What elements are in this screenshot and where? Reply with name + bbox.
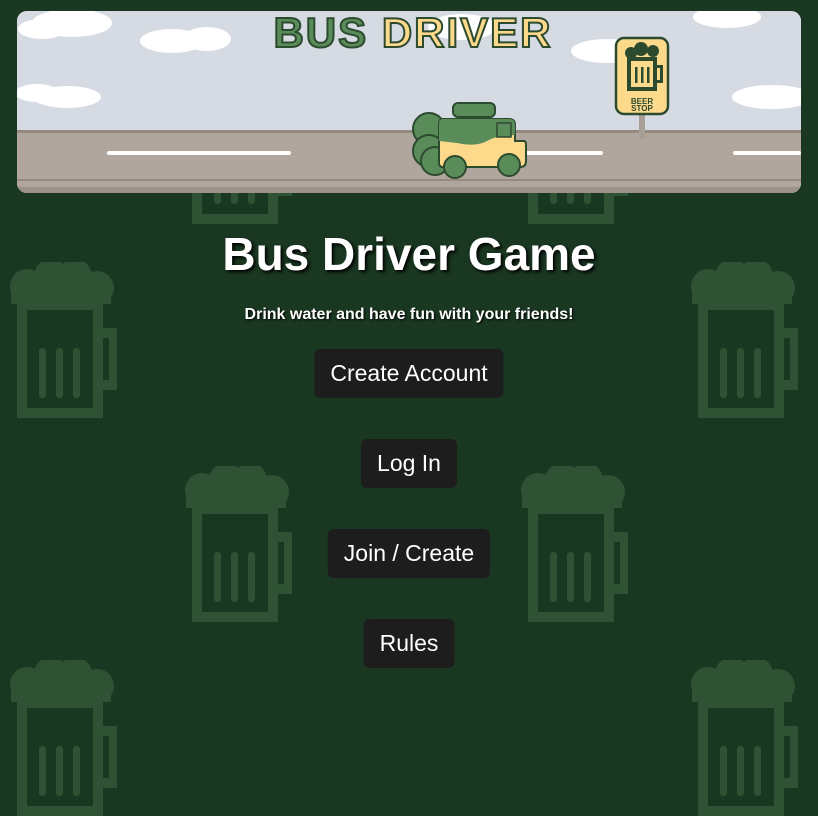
road: [17, 131, 801, 193]
page-title: Bus Driver Game: [222, 228, 596, 280]
beer-mug-pattern-icon: [521, 466, 628, 622]
beer-mug-pattern-icon: [10, 660, 117, 816]
beer-mug-pattern-icon: [691, 660, 798, 816]
svg-text:STOP: STOP: [631, 104, 653, 113]
log-in-button[interactable]: Log In: [361, 439, 457, 488]
create-account-button[interactable]: Create Account: [314, 349, 504, 398]
join-create-button[interactable]: Join / Create: [327, 529, 491, 578]
beer-mug-pattern-icon: [691, 262, 798, 418]
beer-mug-pattern-icon: [185, 466, 292, 622]
rules-button[interactable]: Rules: [363, 619, 455, 668]
svg-text:BUS DRIVER: BUS DRIVER: [273, 11, 552, 56]
bus-driver-logo: BUS DRIVER: [272, 11, 552, 57]
beer-mug-pattern-icon: [10, 262, 117, 418]
header-banner: BUS DRIVER BEER STOP: [17, 11, 801, 193]
tagline: Drink water and have fun with your frien…: [244, 306, 574, 323]
